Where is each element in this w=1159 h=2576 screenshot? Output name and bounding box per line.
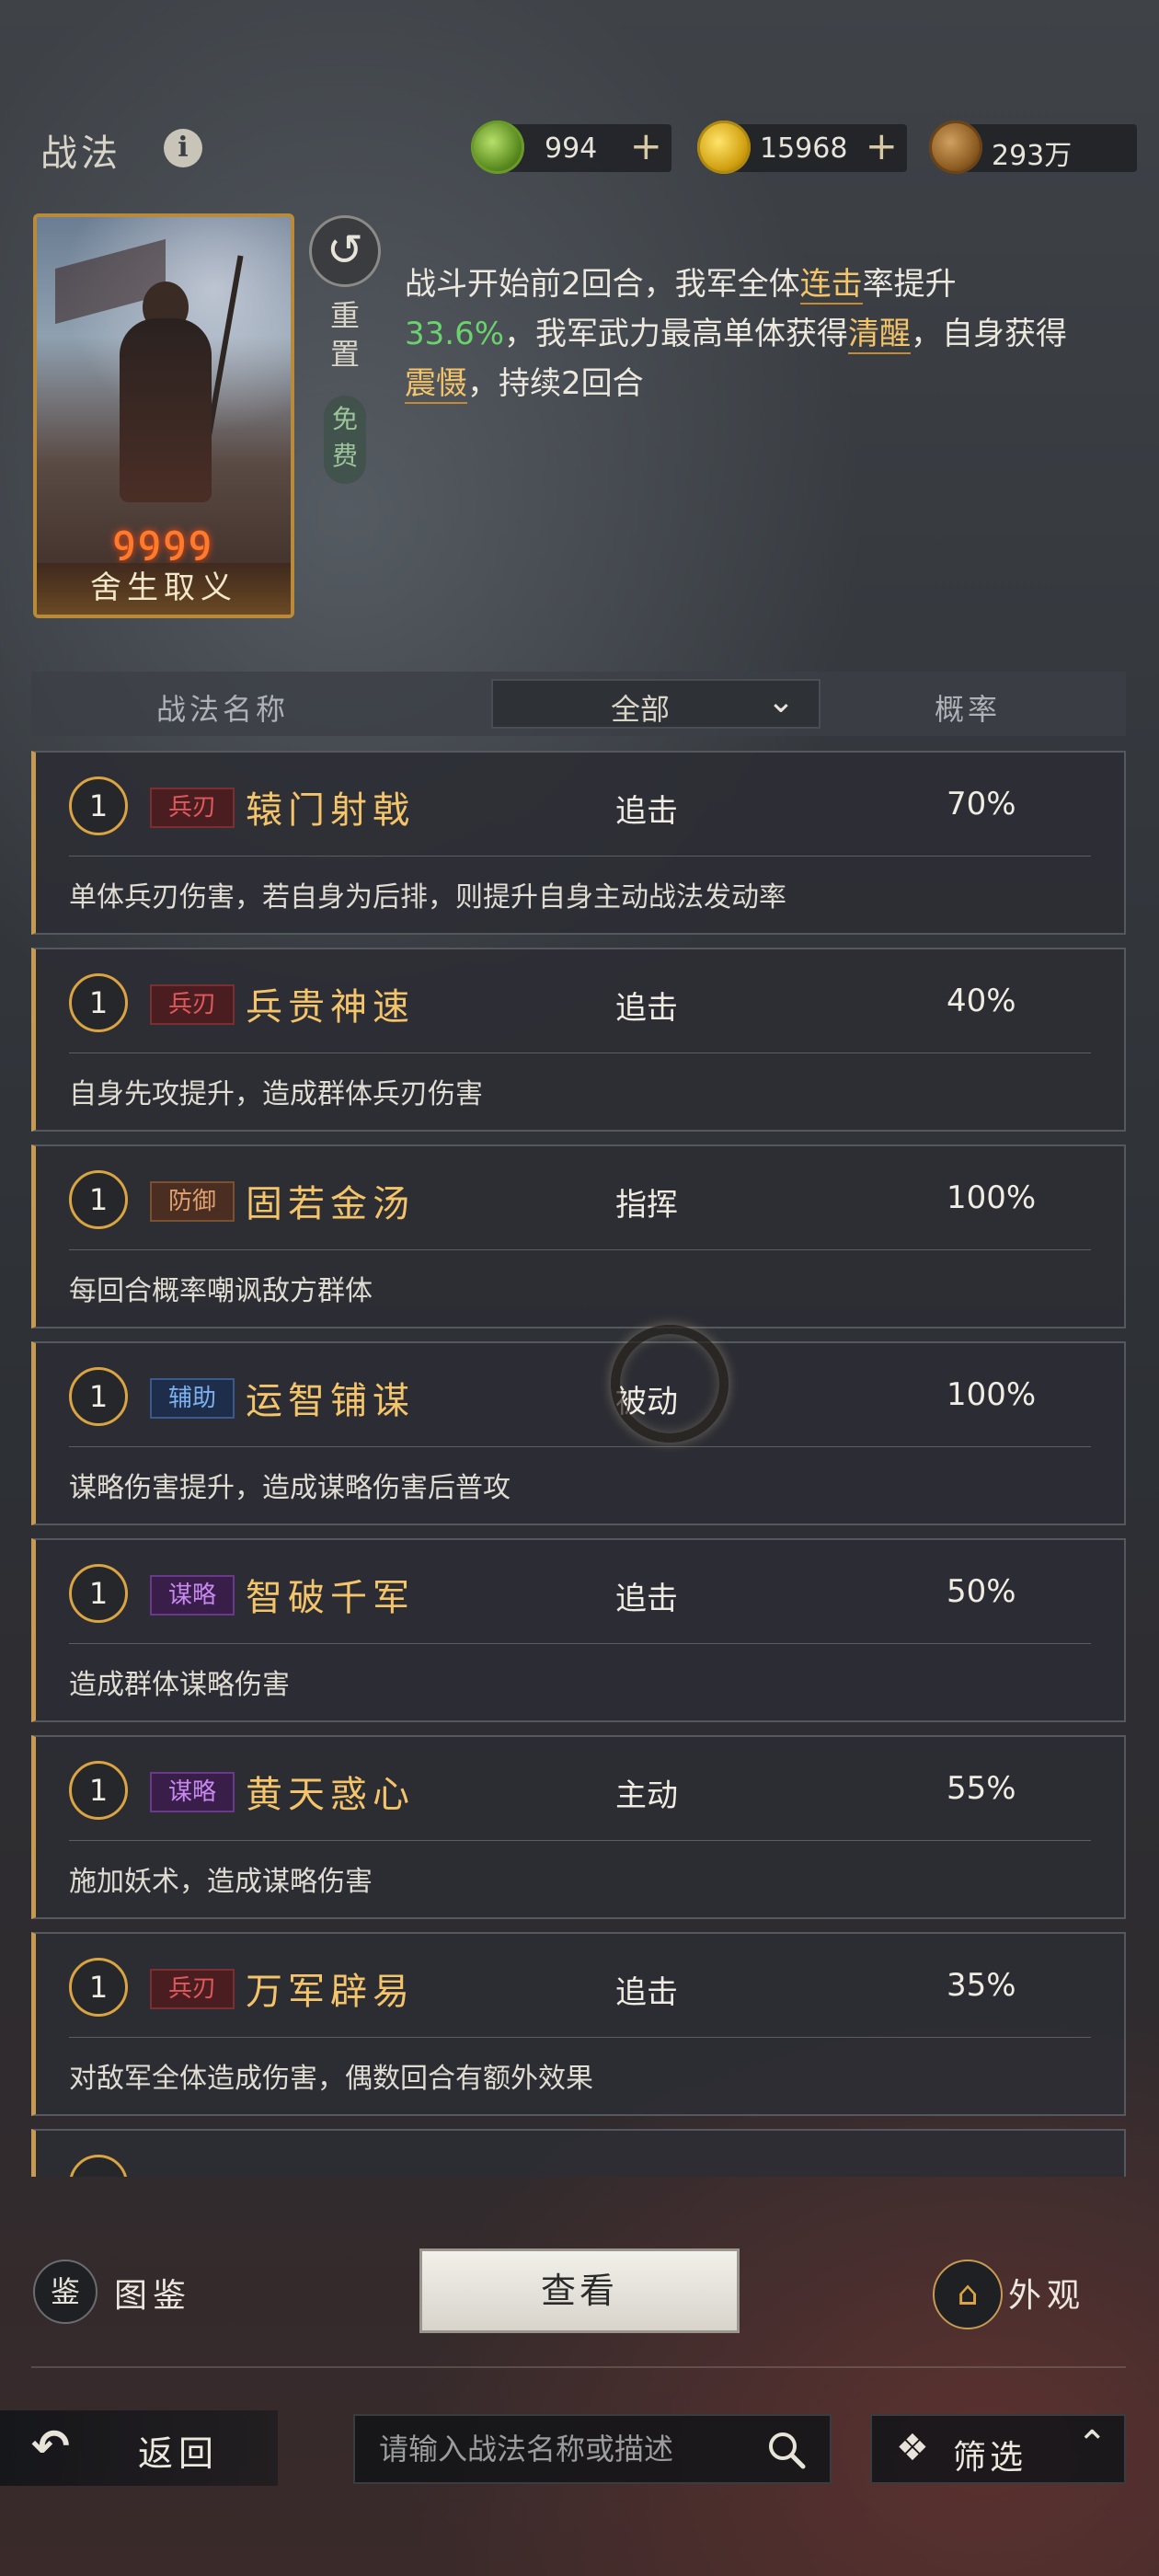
back-label: 返回	[138, 2433, 220, 2474]
jade-value: 994	[545, 132, 598, 165]
column-skill-name: 战法名称	[156, 692, 290, 727]
skill-rate: 35%	[947, 1967, 1016, 2004]
codex-button[interactable]: 图鉴	[114, 2269, 191, 2317]
book-icon[interactable]: 鉴	[33, 2260, 98, 2324]
reset-icon: ↺	[326, 224, 364, 276]
copper-value: 293万	[992, 140, 1073, 172]
filter-button[interactable]: ❖ 筛选 ⌃	[870, 2414, 1126, 2484]
percent-value: 33.6%	[405, 316, 505, 352]
skill-card[interactable]: ꝯꝯꝯꝯ 舍生取义	[33, 213, 294, 618]
keyword-awe: 震慑	[405, 365, 467, 404]
page-title: 战法	[40, 132, 121, 175]
level-badge: 1	[69, 1367, 128, 1426]
skill-tag: 兵刃	[150, 984, 235, 1025]
skill-name: 万军辟易	[246, 1971, 415, 2013]
skill-row[interactable]: 1 兵刃 万军辟易 追击 35% 对敌军全体造成伤害，偶数回合有额外效果	[31, 1932, 1126, 2116]
back-button[interactable]: ↶ 返回	[0, 2410, 278, 2486]
add-jade-button[interactable]: +	[630, 126, 662, 167]
skill-name: 运智铺谋	[246, 1380, 415, 1422]
skill-desc: 每回合概率嘲讽敌方群体	[69, 1275, 373, 1307]
level-badge: 1	[69, 1170, 128, 1229]
skill-name: 固若金汤	[246, 1183, 415, 1225]
skill-list[interactable]: 1 兵刃 辕门射戟 追击 70% 单体兵刃伤害，若自身为后排，则提升自身主动战法…	[31, 747, 1126, 2177]
skill-row[interactable]: 1 防御 固若金汤 指挥 100% 每回合概率嘲讽敌方群体	[31, 1144, 1126, 1328]
gold-coin-icon	[697, 121, 751, 174]
chevron-up-icon: ⌃	[1076, 2423, 1107, 2466]
skill-name: 兵贵神速	[246, 986, 415, 1029]
skill-type: 追击	[615, 1581, 678, 1617]
category-filter-dropdown[interactable]: 全部 ⌄	[491, 679, 820, 729]
skill-row[interactable]: 1 兵刃 辕门射戟 追击 70% 单体兵刃伤害，若自身为后排，则提升自身主动战法…	[31, 751, 1126, 935]
filter-selected: 全部	[611, 692, 671, 727]
filter-label: 筛选	[953, 2439, 1027, 2477]
gold-value: 15968	[760, 132, 848, 165]
skill-type: 主动	[615, 1777, 678, 1814]
skill-name: 黄天惑心	[246, 1774, 415, 1816]
skill-row[interactable]: 1 辅助 运智铺谋 被动 100% 谋略伤害提升，造成谋略伤害后普攻	[31, 1341, 1126, 1525]
skill-row-partial[interactable]	[31, 2129, 1126, 2177]
reset-button[interactable]: ↺	[309, 215, 381, 287]
keyword-sober: 清醒	[848, 316, 912, 354]
skill-rate: 55%	[947, 1770, 1016, 1807]
skill-desc: 单体兵刃伤害，若自身为后排，则提升自身主动战法发动率	[69, 881, 786, 914]
skill-type: 指挥	[615, 1187, 678, 1224]
skill-type: 追击	[615, 793, 678, 830]
skill-row[interactable]: 1 谋略 智破千军 追击 50% 造成群体谋略伤害	[31, 1538, 1126, 1722]
chevron-down-icon: ⌄	[766, 683, 795, 720]
skill-desc: 谋略伤害提升，造成谋略伤害后普攻	[69, 1472, 511, 1504]
currency-copper: 293万	[929, 121, 1137, 174]
skill-tag: 谋略	[150, 1772, 235, 1812]
reset-label: 重置	[329, 298, 360, 372]
keyword-combo: 连击	[799, 266, 863, 305]
skill-row[interactable]: 1 谋略 黄天惑心 主动 55% 施加妖术，造成谋略伤害	[31, 1735, 1126, 1919]
search-icon[interactable]	[763, 2427, 809, 2473]
skill-name: 辕门射戟	[246, 789, 415, 832]
currency-gold: 15968 +	[697, 121, 907, 174]
skill-tag: 兵刃	[150, 1969, 235, 2009]
skill-desc: 对敌军全体造成伤害，偶数回合有额外效果	[69, 2063, 593, 2095]
skill-desc: 造成群体谋略伤害	[69, 1669, 290, 1701]
skill-type: 追击	[615, 990, 678, 1027]
level-badge: 1	[69, 1761, 128, 1820]
jade-coin-icon	[471, 121, 524, 174]
add-gold-button[interactable]: +	[866, 126, 898, 167]
appearance-button[interactable]: 外观	[1008, 2269, 1085, 2317]
level-badge: 1	[69, 776, 128, 835]
level-badge: 1	[69, 973, 128, 1032]
skill-name: 智破千军	[246, 1577, 415, 1619]
view-button[interactable]: 查看	[419, 2248, 740, 2333]
skill-tag: 防御	[150, 1181, 235, 1222]
divider	[31, 2366, 1126, 2368]
search-box[interactable]	[353, 2414, 832, 2484]
skill-row[interactable]: 1 兵刃 兵贵神速 追击 40% 自身先攻提升，造成群体兵刃伤害	[31, 948, 1126, 1132]
info-icon[interactable]: i	[164, 129, 202, 167]
level-badge: 1	[69, 1958, 128, 2017]
skill-desc: 施加妖术，造成谋略伤害	[69, 1866, 373, 1898]
diamond-grid-icon: ❖	[896, 2427, 929, 2469]
currency-jade: 994 +	[471, 121, 671, 174]
card-stars: ꝯꝯꝯꝯ	[113, 518, 214, 560]
skill-rate: 40%	[947, 983, 1016, 1019]
skill-rate: 100%	[947, 1179, 1037, 1216]
skill-desc: 自身先攻提升，造成群体兵刃伤害	[69, 1078, 483, 1110]
back-arrow-icon: ↶	[31, 2420, 70, 2473]
skill-rate: 50%	[947, 1573, 1016, 1610]
skill-tag: 兵刃	[150, 788, 235, 828]
skill-rate: 70%	[947, 786, 1016, 822]
copper-coin-icon	[929, 121, 982, 174]
skill-description: 战斗开始前2回合，我军全体连击率提升33.6%，我军武力最高单体获得清醒，自身获…	[405, 266, 1068, 404]
column-rate: 概率	[935, 692, 1002, 727]
skill-tag: 辅助	[150, 1378, 235, 1419]
skill-rate: 100%	[947, 1376, 1037, 1413]
warrior-portrait	[120, 318, 212, 502]
skill-tag: 谋略	[150, 1575, 235, 1616]
level-badge: 1	[69, 1564, 128, 1623]
touch-ripple	[611, 1325, 729, 1443]
pavilion-icon[interactable]: ⌂	[933, 2260, 1003, 2329]
search-input[interactable]	[379, 2429, 747, 2469]
free-badge: 免费	[324, 396, 366, 484]
skill-type: 追击	[615, 1974, 678, 2011]
card-name: 舍生取义	[37, 563, 291, 615]
